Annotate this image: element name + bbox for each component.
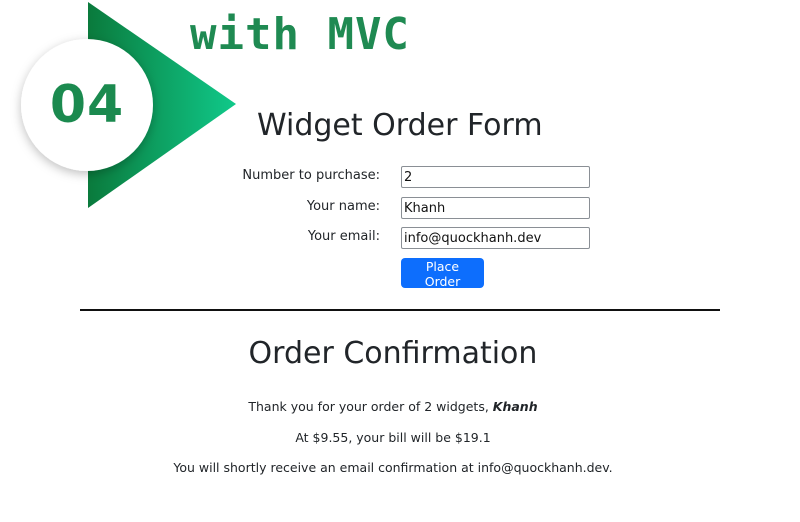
quantity-row: Number to purchase: <box>180 166 600 190</box>
name-label: Your name: <box>306 199 380 214</box>
form-title: Widget Order Form <box>257 108 543 143</box>
place-order-button[interactable]: Place Order <box>401 258 484 289</box>
confirmation-title: Order Confirmation <box>248 336 538 371</box>
quantity-label: Number to purchase: <box>242 168 380 183</box>
confirmation-bill-line: At $9.55, your bill will be $19.1 <box>295 430 491 445</box>
section-divider <box>80 309 720 311</box>
quantity-input[interactable] <box>401 166 590 188</box>
banner-title: with MVC <box>190 9 410 60</box>
customer-name: Khanh <box>492 399 538 414</box>
email-input[interactable] <box>401 227 590 249</box>
confirmation-email-line: You will shortly receive an email confir… <box>173 460 613 475</box>
email-row: Your email: <box>180 227 600 251</box>
name-row: Your name: <box>180 197 600 221</box>
confirmation-thanks-line: Thank you for your order of 2 widgets, K… <box>0 399 786 414</box>
name-input[interactable] <box>401 197 590 219</box>
email-label: Your email: <box>307 229 380 244</box>
thanks-text: Thank you for your order of 2 widgets, <box>248 399 493 414</box>
section-number-badge: 04 <box>49 75 125 135</box>
